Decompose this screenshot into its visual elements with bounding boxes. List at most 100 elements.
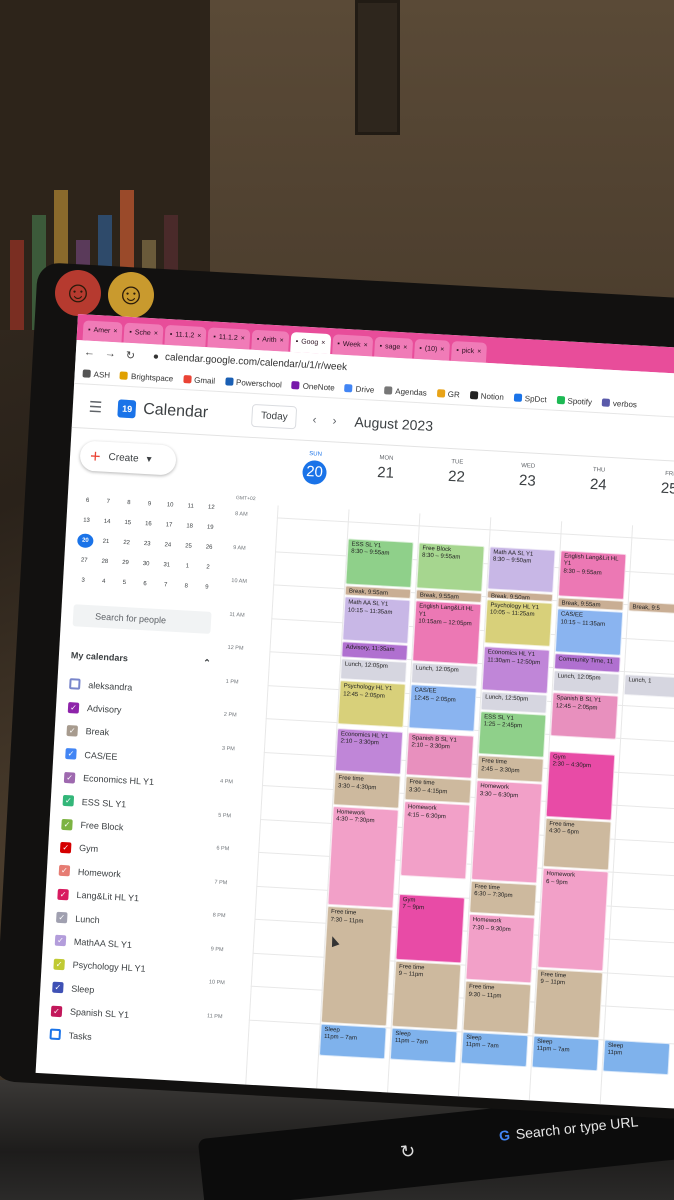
checkbox[interactable]: ✓ bbox=[52, 981, 64, 994]
calendar-event[interactable]: Homework 4:30 – 7:30pm bbox=[327, 805, 399, 909]
tab-close-icon[interactable]: × bbox=[321, 340, 325, 354]
calendar-event[interactable]: Lunch, 12:05pm bbox=[340, 657, 408, 683]
browser-tab[interactable]: ▪ Sche × bbox=[123, 322, 164, 345]
browser-tab[interactable]: ▪ sage × bbox=[374, 336, 413, 359]
bookmark-item[interactable]: OneNote bbox=[291, 381, 335, 392]
mini-calendar-day[interactable]: 18 bbox=[181, 523, 197, 530]
day-header[interactable]: WED 23 bbox=[490, 451, 564, 521]
mini-calendar-day[interactable]: 26 bbox=[201, 544, 217, 551]
calendar-event[interactable]: English Lang&Lit HL Y1 10:15am – 12:05pm bbox=[412, 600, 482, 665]
calendar-event[interactable]: Free time 6:30 – 7:30pm bbox=[469, 880, 537, 917]
mini-calendar-day[interactable]: 24 bbox=[160, 542, 176, 549]
browser-tab[interactable]: ▪ Amer × bbox=[82, 320, 123, 343]
calendar-event[interactable]: Lunch, 12:50pm bbox=[480, 690, 548, 714]
browser-tab[interactable]: ▪ 11.1.2 × bbox=[164, 324, 207, 348]
checkbox[interactable]: ✓ bbox=[53, 958, 65, 971]
calendar-event[interactable]: Free time 2:45 – 3:30pm bbox=[476, 755, 544, 783]
main-menu-icon[interactable]: ☰ bbox=[88, 397, 102, 416]
tab-close-icon[interactable]: × bbox=[113, 328, 117, 342]
calendar-event[interactable]: Sleep 11pm – 7am bbox=[460, 1031, 529, 1068]
mini-calendar-day[interactable]: 14 bbox=[99, 519, 115, 526]
calendar-event[interactable]: Free time 3:30 – 4:30pm bbox=[333, 772, 401, 809]
calendar-event[interactable]: Advisory, 11:35am bbox=[341, 641, 409, 661]
calendar-event[interactable]: Sleep 11pm – 7am bbox=[389, 1027, 458, 1064]
checkbox[interactable]: ✓ bbox=[61, 818, 73, 831]
checkbox[interactable]: ✓ bbox=[66, 724, 79, 737]
mini-calendar-day[interactable]: 8 bbox=[121, 500, 137, 507]
day-header[interactable]: THU 24 bbox=[561, 455, 635, 525]
calendar-event[interactable]: Break, 9:5 bbox=[628, 601, 674, 616]
calendar-event[interactable]: Free time 3:30 – 4:15pm bbox=[404, 776, 472, 805]
calendar-event[interactable]: CAS/EE 12:45 – 2:05pm bbox=[408, 684, 477, 732]
calendar-event[interactable]: Math AA SL Y1 10:15 – 11:35am bbox=[342, 596, 411, 644]
calendar-event[interactable]: Free time 4:30 – 6pm bbox=[542, 817, 612, 871]
day-header[interactable]: TUE 22 bbox=[419, 447, 493, 517]
mini-calendar-day[interactable]: 7 bbox=[157, 582, 173, 589]
checkbox[interactable] bbox=[69, 678, 81, 690]
day-header[interactable]: FRI 25 bbox=[632, 459, 674, 529]
day-header[interactable]: MON 21 bbox=[349, 444, 423, 514]
calendar-event[interactable]: Homework 7:30 – 9:30pm bbox=[465, 914, 536, 984]
mini-calendar-day[interactable]: 3 bbox=[75, 577, 91, 584]
calendar-event[interactable]: Lunch, 1 bbox=[623, 673, 674, 699]
mini-calendar-day[interactable]: 6 bbox=[79, 497, 95, 504]
browser-tab[interactable]: ▪ (10) × bbox=[413, 338, 450, 361]
calendar-event[interactable]: Community Time, 11 bbox=[553, 653, 621, 673]
checkbox[interactable]: ✓ bbox=[67, 701, 80, 714]
mini-calendar-day[interactable]: 31 bbox=[159, 562, 175, 569]
calendar-event[interactable]: Free time 9 – 11pm bbox=[533, 968, 604, 1038]
mini-calendar-day[interactable]: 11 bbox=[183, 503, 199, 510]
checkbox[interactable] bbox=[49, 1028, 62, 1041]
bookmark-item[interactable]: GR bbox=[436, 389, 460, 399]
mini-calendar-day[interactable]: 21 bbox=[98, 538, 114, 545]
checkbox[interactable]: ✓ bbox=[55, 911, 68, 924]
browser-tab[interactable]: ▪ 11.1.2 × bbox=[207, 327, 251, 350]
calendar-event[interactable]: Free time 7:30 – 11pm bbox=[320, 906, 394, 1026]
browser-tab[interactable]: ▪ Week × bbox=[331, 334, 374, 357]
calendar-event[interactable]: Economics HL Y1 2:10 – 3:30pm bbox=[334, 727, 404, 775]
checkbox[interactable]: ✓ bbox=[62, 795, 75, 807]
next-week-icon[interactable]: › bbox=[332, 413, 337, 427]
checkbox[interactable]: ✓ bbox=[58, 865, 71, 877]
calendar-event[interactable]: Lunch, 12:05pm bbox=[552, 669, 620, 695]
mini-calendar-day[interactable]: 19 bbox=[202, 524, 218, 531]
calendar-event[interactable]: Lunch, 12:05pm bbox=[410, 661, 478, 687]
forward-icon[interactable]: → bbox=[104, 348, 116, 361]
calendar-event[interactable]: Spanish B SL Y1 2:10 – 3:30pm bbox=[405, 731, 475, 779]
create-button[interactable]: + Create ▾ bbox=[79, 440, 177, 475]
checkbox[interactable]: ✓ bbox=[65, 748, 77, 760]
calendar-event[interactable]: Sleep 11pm – 7am bbox=[531, 1035, 600, 1072]
search-people-input[interactable]: Search for people bbox=[72, 604, 212, 634]
mini-calendar-day[interactable]: 2 bbox=[200, 564, 216, 571]
calendar-event[interactable]: Psychology HL Y1 12:45 – 2:05pm bbox=[337, 680, 406, 728]
mini-calendar-day[interactable]: 13 bbox=[78, 517, 94, 524]
calendar-event[interactable]: Economics HL Y1 11:30am – 12:50pm bbox=[481, 646, 550, 694]
calendar-event[interactable]: Sleep 11pm bbox=[602, 1039, 671, 1076]
touchbar-search[interactable]: G Search or type URL bbox=[498, 1113, 639, 1144]
mini-calendar-day[interactable]: 5 bbox=[116, 580, 132, 587]
bookmark-item[interactable]: Drive bbox=[344, 384, 375, 395]
calendar-event[interactable]: ESS SL Y1 1:25 – 2:45pm bbox=[478, 710, 547, 758]
checkbox[interactable]: ✓ bbox=[63, 771, 76, 784]
tab-close-icon[interactable]: × bbox=[240, 335, 245, 349]
mini-calendar-day[interactable]: 22 bbox=[118, 540, 134, 547]
calendar-event[interactable]: Homework 6 – 9pm bbox=[537, 867, 609, 971]
calendar-event[interactable]: Spanish B SL Y1 12:45 – 2:05pm bbox=[550, 692, 619, 740]
tab-close-icon[interactable]: × bbox=[153, 330, 158, 344]
mini-calendar-day[interactable]: 17 bbox=[161, 522, 177, 529]
calendar-event[interactable]: ESS SL Y1 8:30 – 9:55am bbox=[345, 538, 414, 589]
tab-close-icon[interactable]: × bbox=[363, 342, 367, 356]
tab-close-icon[interactable]: × bbox=[477, 348, 481, 362]
checkbox[interactable]: ✓ bbox=[57, 888, 69, 901]
bookmark-item[interactable]: Agendas bbox=[384, 386, 427, 398]
bookmark-item[interactable]: Brightspace bbox=[119, 371, 173, 383]
checkbox[interactable]: ✓ bbox=[50, 1005, 63, 1017]
bookmark-item[interactable]: Gmail bbox=[183, 374, 215, 386]
mini-calendar-day[interactable]: 10 bbox=[162, 502, 178, 509]
back-icon[interactable]: ← bbox=[84, 346, 96, 359]
mini-calendar-day[interactable]: 6 bbox=[137, 581, 153, 588]
day-header[interactable]: SUN 20 bbox=[278, 440, 352, 510]
browser-tab[interactable]: ▪ pick × bbox=[450, 340, 487, 363]
tab-close-icon[interactable]: × bbox=[403, 344, 407, 358]
today-button[interactable]: Today bbox=[251, 403, 298, 430]
